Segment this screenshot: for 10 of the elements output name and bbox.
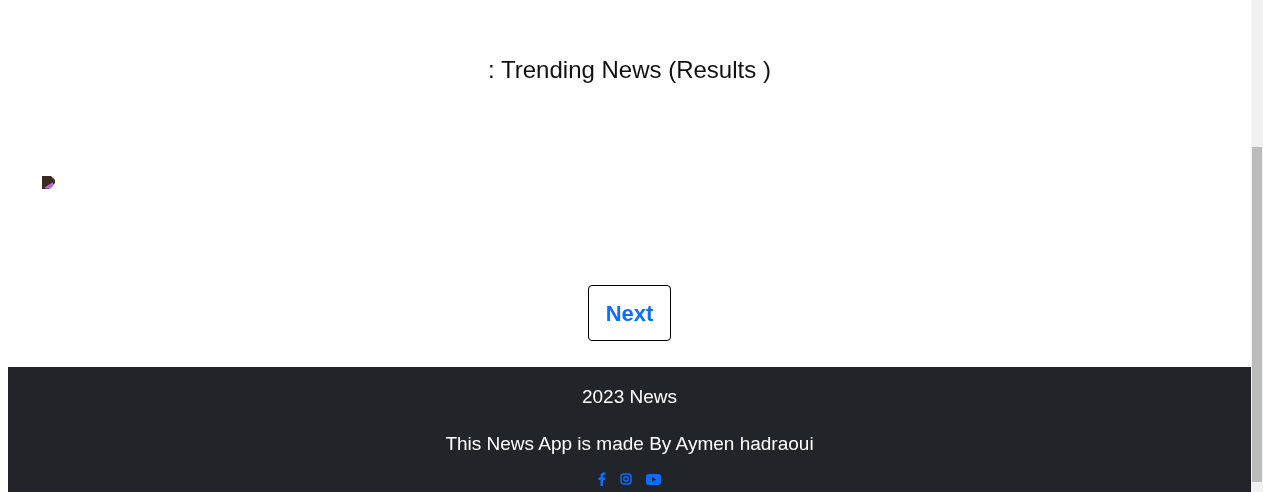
scrollbar[interactable]: [1251, 0, 1263, 492]
footer-credit-text: This News App is made By Aymen hadraoui: [445, 431, 814, 456]
next-button[interactable]: Next: [587, 285, 672, 341]
facebook-icon[interactable]: [598, 472, 606, 486]
youtube-icon[interactable]: [646, 473, 661, 485]
broken-image-icon: [42, 176, 55, 189]
footer-year-text: 2023 News: [581, 385, 678, 409]
scrollbar-thumb[interactable]: [1252, 147, 1262, 482]
instagram-icon[interactable]: [620, 473, 632, 485]
page-heading: : Trending News (Results ): [488, 55, 771, 85]
